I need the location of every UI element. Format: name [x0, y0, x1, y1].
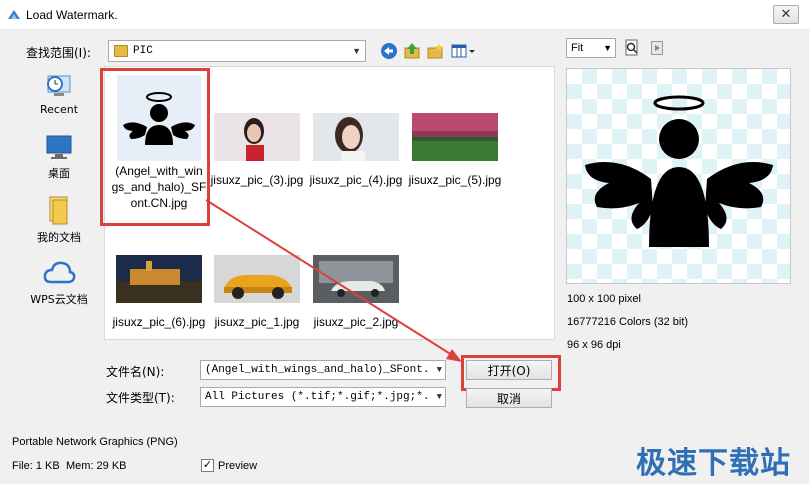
preview-checkbox-label: Preview	[218, 460, 258, 472]
cancel-button-label: 取消	[496, 391, 521, 406]
check-icon: ✓	[202, 459, 213, 471]
cancel-button[interactable]: 取消	[466, 388, 552, 408]
format-info: Portable Network Graphics (PNG)	[12, 436, 178, 448]
image-preview	[566, 68, 791, 284]
chevron-down-icon: ▼	[603, 43, 612, 53]
zoom-value: Fit	[571, 42, 584, 54]
filetype-label: 文件类型(T):	[106, 391, 175, 405]
image-size: 100 x 100 pixel	[567, 293, 641, 305]
file-size: File: 1 KB	[12, 460, 60, 472]
play-icon[interactable]	[651, 41, 663, 55]
filename-label: 文件名(N):	[106, 365, 165, 379]
filetype-dropdown[interactable]: All Pictures (*.tif;*.gif;*.jpg;*.pcx ▼	[200, 387, 446, 407]
zoom-preview-icon[interactable]	[624, 39, 640, 57]
image-colors: 16777216 Colors (32 bit)	[567, 316, 689, 328]
site-watermark: 极速下载站	[636, 446, 791, 481]
chevron-down-icon: ▼	[436, 392, 442, 402]
zoom-dropdown[interactable]: Fit ▼	[566, 38, 616, 58]
open-button-highlight	[461, 355, 561, 391]
image-dpi: 96 x 96 dpi	[567, 339, 621, 351]
memory-size: Mem: 29 KB	[66, 460, 127, 472]
chevron-down-icon: ▼	[436, 365, 442, 375]
preview-checkbox[interactable]: ✓	[201, 459, 214, 472]
filename-value: (Angel_with_wings_and_halo)_SFont.CN.	[205, 364, 429, 376]
filename-input[interactable]: (Angel_with_wings_and_halo)_SFont.CN. ▼	[200, 360, 446, 380]
filetype-value: All Pictures (*.tif;*.gif;*.jpg;*.pcx	[205, 391, 429, 403]
angel-preview-image	[585, 95, 773, 247]
